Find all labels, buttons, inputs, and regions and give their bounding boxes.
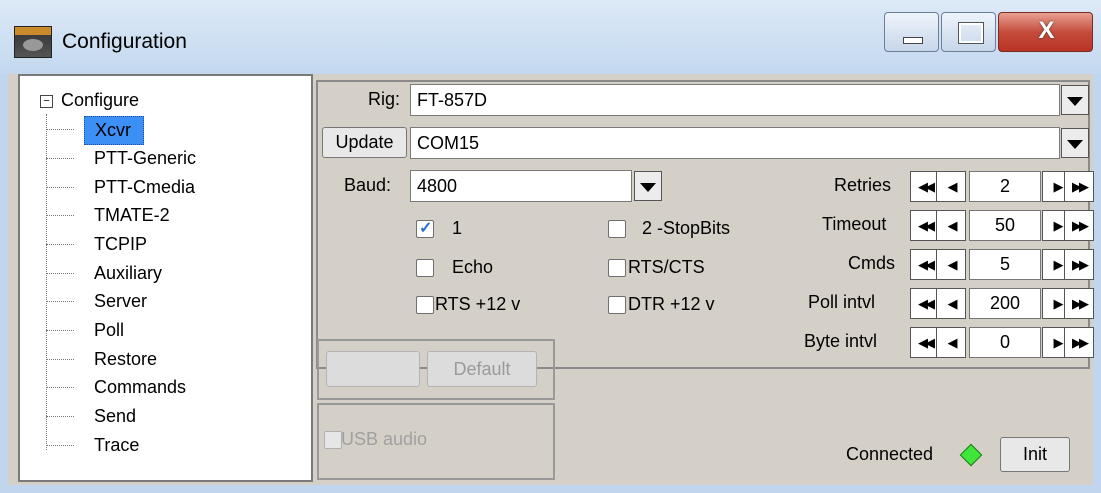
maximize-icon bbox=[958, 22, 984, 44]
retries-value[interactable]: 2 bbox=[969, 171, 1041, 202]
init-button[interactable]: Init bbox=[1000, 437, 1070, 472]
client-area: − Configure Xcvr PTT-Generic PTT-Cmedia T… bbox=[8, 74, 1094, 485]
port-dropdown-icon[interactable] bbox=[1061, 128, 1089, 158]
tree-item-label: Restore bbox=[94, 349, 158, 369]
tree-item-label: TMATE-2 bbox=[94, 205, 170, 225]
tree-item-label: Poll bbox=[94, 320, 125, 340]
retries-label: Retries bbox=[834, 175, 892, 195]
tree-item-label: PTT-Cmedia bbox=[94, 177, 196, 197]
rts-cts-label: RTS/CTS bbox=[628, 257, 705, 277]
configuration-window: Configuration X − Configure Xcvr PTT-Gene… bbox=[0, 0, 1101, 493]
blank-button bbox=[326, 351, 420, 387]
baud-select[interactable]: 4800 bbox=[410, 170, 632, 202]
poll-intvl-label: Poll intvl bbox=[808, 292, 876, 312]
connected-indicator-icon bbox=[959, 443, 983, 467]
usb-audio-checkbox bbox=[324, 431, 342, 449]
cmds-label: Cmds bbox=[848, 253, 896, 273]
tree-item-label: Send bbox=[94, 406, 137, 426]
tree-item-label: Trace bbox=[94, 435, 140, 455]
title-bar[interactable]: Configuration X bbox=[0, 0, 1101, 74]
baud-dropdown-icon[interactable] bbox=[634, 171, 662, 201]
update-button[interactable]: Update bbox=[322, 127, 407, 158]
poll-intvl-value[interactable]: 200 bbox=[969, 288, 1041, 319]
timeout-value[interactable]: 50 bbox=[969, 210, 1041, 241]
byte-intvl-value[interactable]: 0 bbox=[969, 327, 1041, 358]
retries-increment-fast-icon[interactable]: ▶▶ bbox=[1064, 171, 1094, 202]
tree-item-label: Auxiliary bbox=[94, 263, 163, 283]
rts-cts-checkbox[interactable] bbox=[608, 259, 626, 277]
port-select[interactable]: COM15 bbox=[410, 127, 1060, 159]
stopbits-2-checkbox[interactable] bbox=[608, 220, 626, 238]
timeout-increment-fast-icon[interactable]: ▶▶ bbox=[1064, 210, 1094, 241]
minimize-button[interactable] bbox=[884, 12, 939, 52]
baud-label: Baud: bbox=[344, 175, 392, 195]
config-tree: − Configure Xcvr PTT-Generic PTT-Cmedia T… bbox=[18, 74, 313, 482]
collapse-icon[interactable]: − bbox=[40, 94, 53, 108]
minimize-icon bbox=[903, 37, 923, 44]
tree-item-label: Xcvr bbox=[84, 116, 144, 145]
tree-guide-line bbox=[46, 114, 48, 450]
stopbits-2-label: 2 -StopBits bbox=[642, 218, 731, 238]
tree-root-label: Configure bbox=[61, 90, 140, 110]
timeout-label: Timeout bbox=[822, 214, 887, 234]
close-button[interactable]: X bbox=[998, 12, 1093, 52]
retries-decrement-icon[interactable]: ◀ bbox=[936, 171, 966, 202]
tree-item-label: TCPIP bbox=[94, 234, 148, 254]
connected-label: Connected bbox=[846, 444, 934, 464]
rig-select[interactable]: FT-857D bbox=[410, 84, 1060, 116]
maximize-button[interactable] bbox=[941, 12, 996, 52]
byte-intvl-decrement-icon[interactable]: ◀ bbox=[936, 327, 966, 358]
rts-12v-checkbox[interactable] bbox=[416, 296, 434, 314]
byte-intvl-label: Byte intvl bbox=[804, 331, 878, 351]
window-title: Configuration bbox=[62, 30, 187, 53]
stopbits-1-checkbox[interactable] bbox=[416, 218, 434, 238]
tree-item-label: PTT-Generic bbox=[94, 148, 197, 168]
timeout-decrement-icon[interactable]: ◀ bbox=[936, 210, 966, 241]
rig-dropdown-icon[interactable] bbox=[1061, 85, 1089, 115]
dtr-12v-label: DTR +12 v bbox=[628, 294, 715, 314]
dtr-12v-checkbox[interactable] bbox=[608, 296, 626, 314]
poll-intvl-decrement-icon[interactable]: ◀ bbox=[936, 288, 966, 319]
stopbits-1-label: 1 bbox=[452, 218, 463, 238]
cmds-decrement-icon[interactable]: ◀ bbox=[936, 249, 966, 280]
poll-intvl-increment-fast-icon[interactable]: ▶▶ bbox=[1064, 288, 1094, 319]
default-button: Default bbox=[427, 351, 537, 387]
close-icon: X bbox=[1038, 17, 1055, 44]
app-icon bbox=[14, 26, 52, 58]
cmds-value[interactable]: 5 bbox=[969, 249, 1041, 280]
echo-label: Echo bbox=[452, 257, 494, 277]
rig-label: Rig: bbox=[368, 89, 401, 109]
usb-audio-label: USB audio bbox=[341, 429, 428, 449]
byte-intvl-increment-fast-icon[interactable]: ▶▶ bbox=[1064, 327, 1094, 358]
echo-checkbox[interactable] bbox=[416, 259, 434, 277]
tree-item-label: Server bbox=[94, 291, 148, 311]
tree-root[interactable]: − Configure bbox=[40, 90, 139, 111]
cmds-increment-fast-icon[interactable]: ▶▶ bbox=[1064, 249, 1094, 280]
tree-item-label: Commands bbox=[94, 377, 187, 397]
rts-12v-label: RTS +12 v bbox=[435, 294, 521, 314]
